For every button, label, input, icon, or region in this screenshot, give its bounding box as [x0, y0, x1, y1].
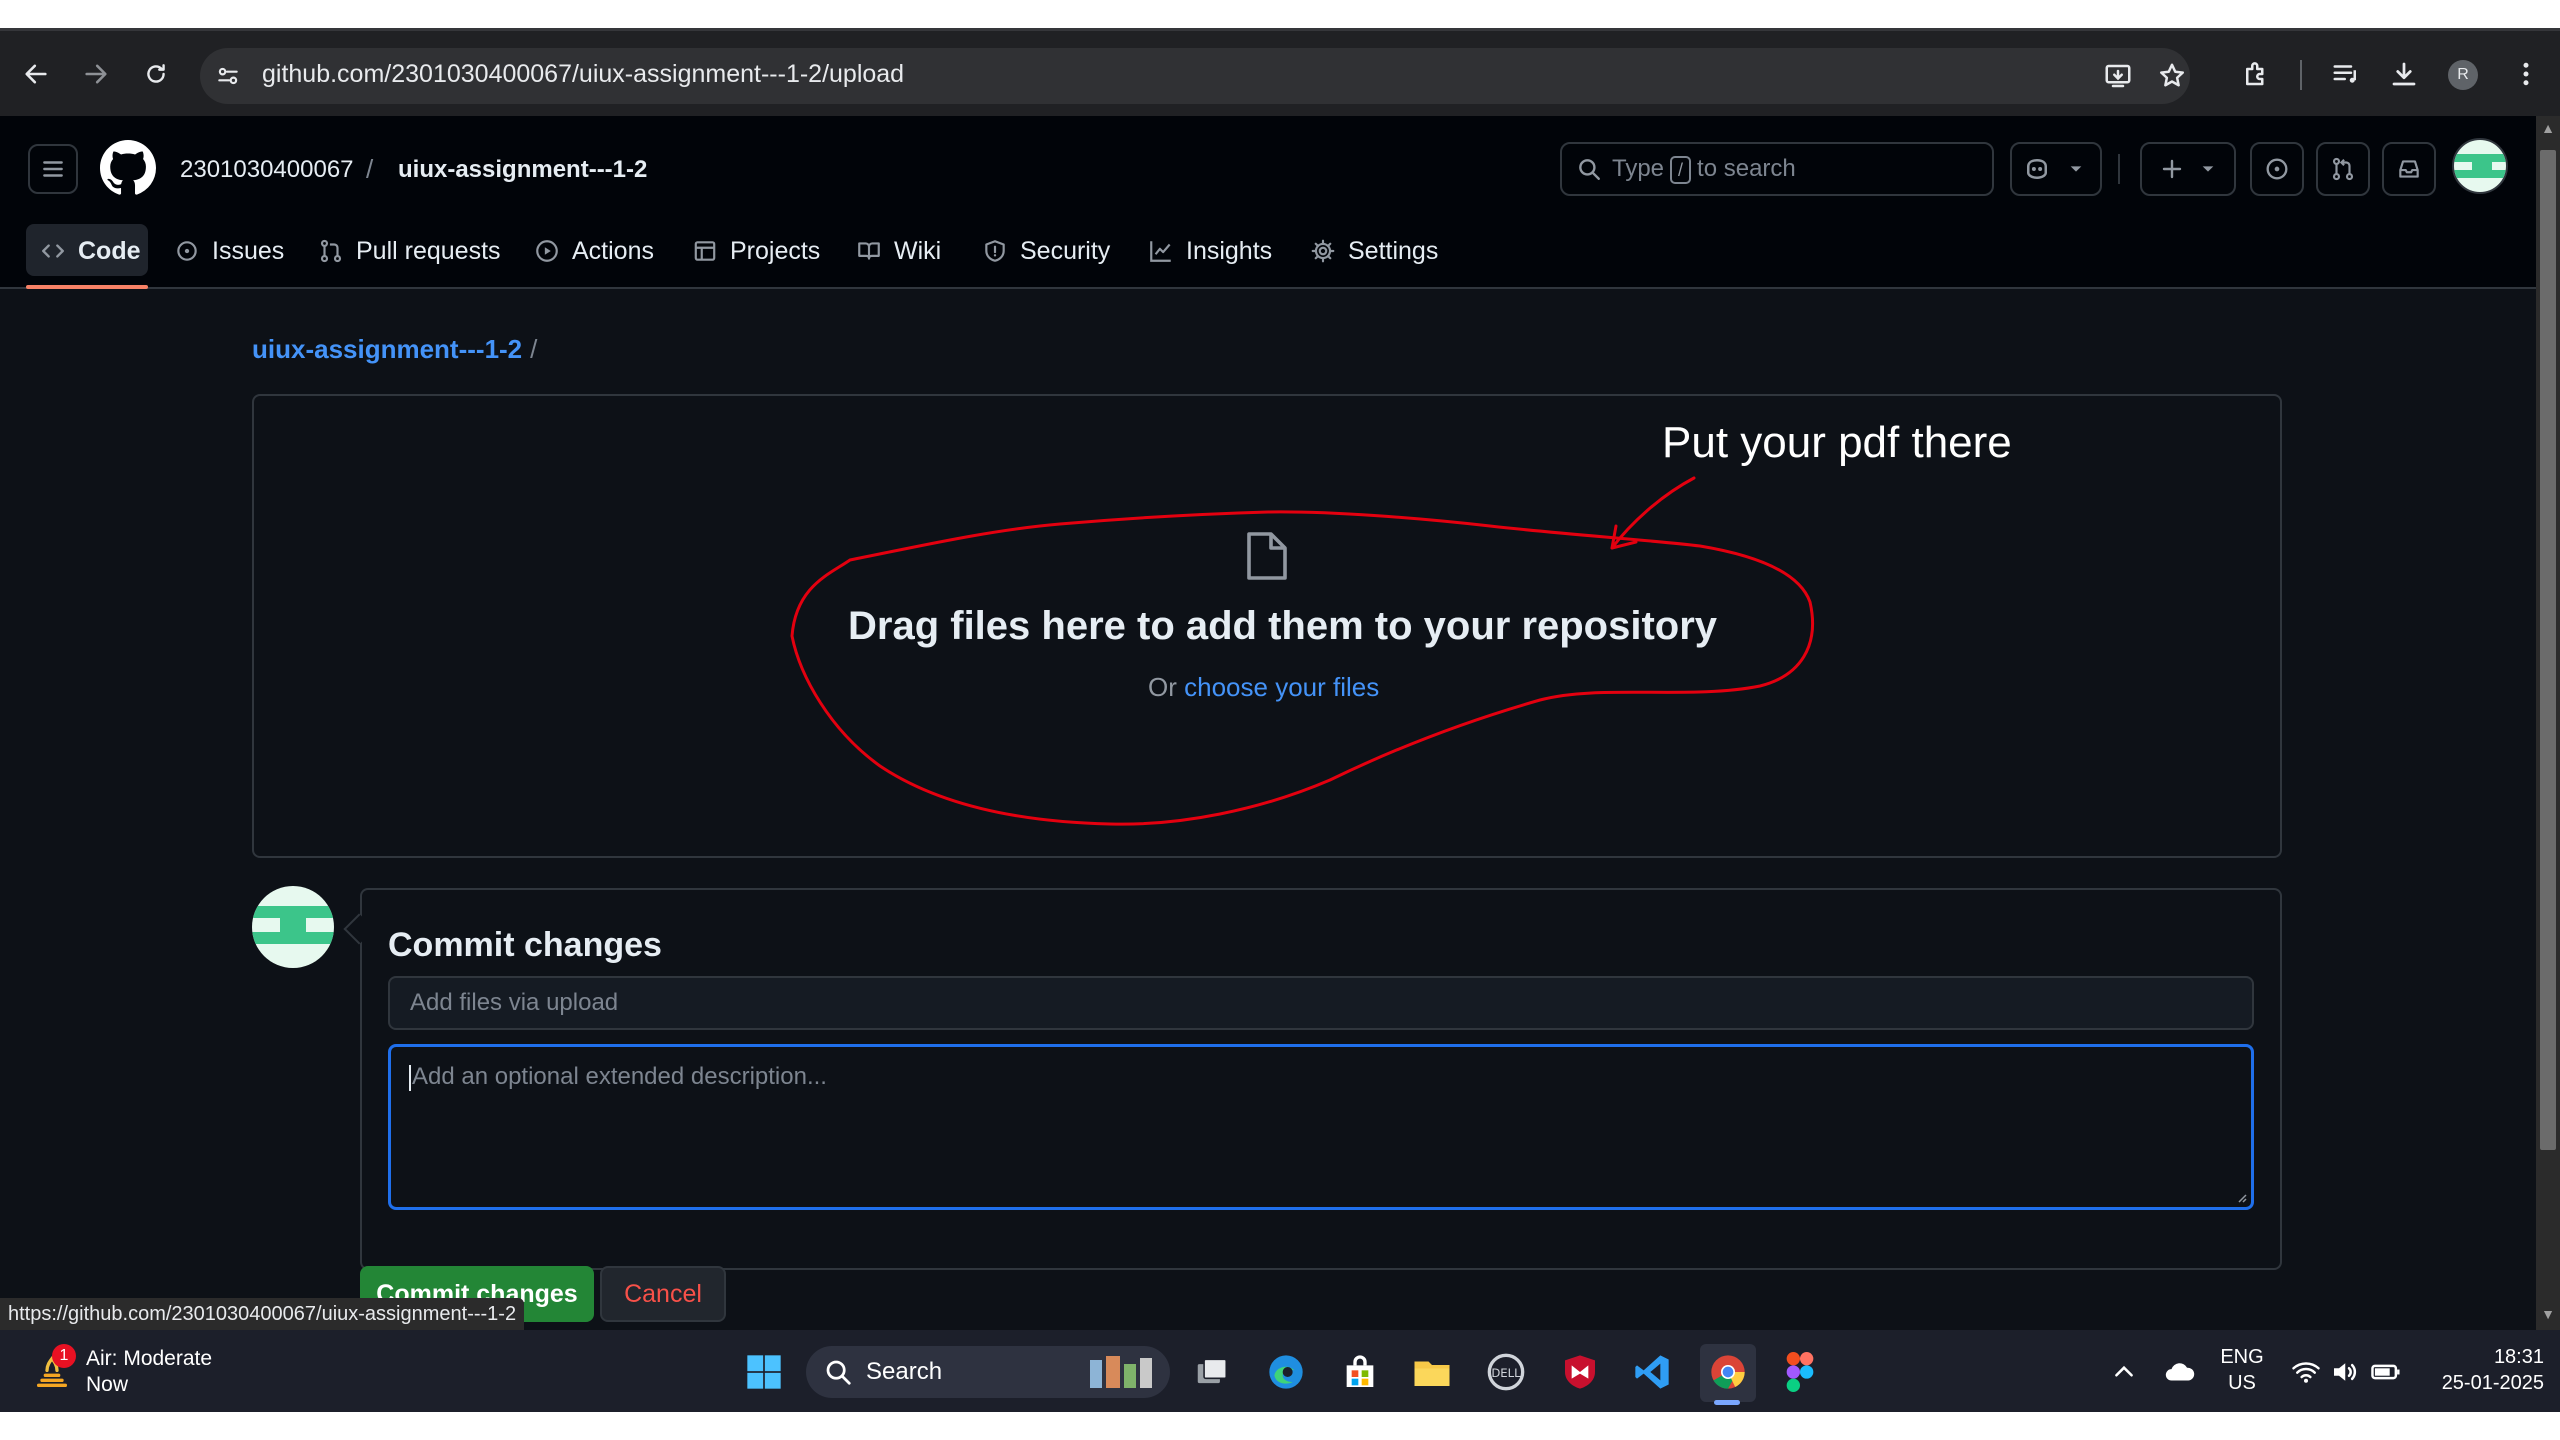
back-button[interactable]: [14, 52, 58, 96]
install-app-icon[interactable]: [2096, 54, 2140, 98]
browser-tabstrip-edge: [0, 28, 2560, 31]
dell-icon[interactable]: DELL: [1484, 1350, 1528, 1394]
commit-summary-input[interactable]: Add files via upload: [388, 976, 2254, 1030]
bookmark-star-icon[interactable]: [2150, 54, 2194, 98]
reload-button[interactable]: [134, 52, 178, 96]
vscode-icon[interactable]: [1630, 1350, 1674, 1394]
weather-alert-badge: 1: [52, 1344, 76, 1368]
reload-icon: [147, 64, 165, 83]
active-app-indicator: [1714, 1400, 1740, 1405]
volume-icon[interactable]: [2322, 1350, 2366, 1394]
site-info-icon[interactable]: [206, 54, 250, 98]
search-highlight-icon: [1080, 1350, 1160, 1394]
downloads-icon[interactable]: [2382, 52, 2426, 96]
language-bottom: US: [2228, 1372, 2256, 1394]
resize-grip-icon[interactable]: [2235, 1191, 2247, 1203]
figma-icon[interactable]: [1778, 1350, 1822, 1394]
commit-panel-title: Commit changes: [388, 926, 662, 964]
profile-avatar[interactable]: R: [2448, 60, 2478, 90]
annotation-circle: [790, 510, 1815, 826]
scrollbar-thumb[interactable]: [2540, 150, 2556, 1150]
weather-widget[interactable]: Air: Moderate Now: [86, 1346, 212, 1398]
forward-button[interactable]: [74, 52, 118, 96]
screen: github.com/2301030400067/uiux-assignment…: [0, 0, 2560, 1440]
windows-start-icon[interactable]: [742, 1350, 786, 1394]
microsoft-store-icon[interactable]: [1338, 1350, 1382, 1394]
battery-icon[interactable]: [2364, 1350, 2408, 1394]
commit-description-textarea[interactable]: Add an optional extended description...: [388, 1044, 2254, 1210]
clock-time: 18:31: [2493, 1346, 2544, 1368]
chrome-icon[interactable]: [1706, 1350, 1750, 1394]
media-queue-icon[interactable]: [2324, 52, 2368, 96]
annotation-text: Put your pdf there: [1662, 418, 2012, 467]
file-explorer-icon[interactable]: [1410, 1350, 1454, 1394]
arrow-right-icon: [85, 64, 107, 84]
mcafee-icon[interactable]: [1558, 1350, 1602, 1394]
onedrive-cloud-icon[interactable]: [2158, 1350, 2202, 1394]
clock-date: 25-01-2025: [2441, 1372, 2544, 1394]
weather-title: Air: Moderate: [86, 1347, 213, 1370]
address-text[interactable]: github.com/2301030400067/uiux-assignment…: [262, 60, 904, 89]
weather-subtitle: Now: [86, 1373, 129, 1396]
chevron-up-icon[interactable]: [2102, 1350, 2146, 1394]
search-icon: [816, 1350, 860, 1394]
edge-browser-icon[interactable]: [1264, 1350, 1308, 1394]
extensions-icon[interactable]: [2234, 52, 2278, 96]
language-top: ENG: [2220, 1346, 2264, 1368]
cancel-button[interactable]: Cancel: [600, 1266, 726, 1322]
scroll-up-icon[interactable]: ▲: [2538, 120, 2558, 140]
taskbar-search-label: Search: [866, 1358, 943, 1385]
link-status-bubble: https://github.com/2301030400067/uiux-as…: [0, 1298, 525, 1330]
svg-text:DELL: DELL: [1491, 1366, 1521, 1380]
screen-bottom-edge: [0, 1412, 2560, 1440]
text-cursor: [409, 1064, 411, 1091]
description-placeholder: Add an optional extended description...: [412, 1063, 827, 1090]
task-view-icon[interactable]: [1190, 1350, 1234, 1394]
clock[interactable]: 18:31 25-01-2025: [2420, 1344, 2544, 1396]
arrow-left-icon: [25, 64, 47, 84]
toolbar-separator: [2300, 60, 2302, 90]
language-indicator[interactable]: ENG US: [2214, 1344, 2270, 1396]
scroll-down-icon[interactable]: ▼: [2538, 1306, 2558, 1326]
github-page: 2301030400067 / uiux-assignment---1-2 Ty…: [0, 116, 2536, 1330]
more-menu-icon[interactable]: [2504, 52, 2548, 96]
commit-author-avatar: [252, 886, 334, 968]
